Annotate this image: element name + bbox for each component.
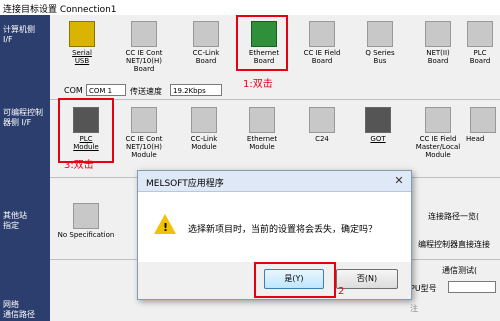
board-icon [193,21,219,47]
sidebar: 计算机侧 I/F 可编程控制 器侧 I/F 其他站 指定 网络 通信路径 [0,15,50,321]
plc-if-c24[interactable]: C24 [290,107,354,143]
note-label: 注 [410,304,418,313]
bus-icon [367,21,393,47]
annotation-step3: 3:双击 [64,160,94,171]
route-list-button[interactable]: 连接路径一览( [428,211,479,222]
sidebar-label-other-station: 其他站 指定 [3,211,27,230]
module-icon [191,107,217,133]
board-icon [131,21,157,47]
no-button[interactable]: 否(N) [336,269,398,289]
board-icon [467,21,493,47]
dialog-titlebar: MELSOFT应用程序 ✕ [138,171,411,192]
plc-if-ethernet-module[interactable]: Ethernet Module [230,107,294,151]
dialog-body: ! 选择新项目时，当前的设置将会丢失，确定吗？ [138,192,411,262]
com-label: COM [64,86,83,95]
pc-if-q-series-bus[interactable]: Q Series Bus [348,21,412,65]
board-icon [425,21,451,47]
sidebar-label-network-route: 网络 通信路径 [3,300,35,319]
direct-connect-button[interactable]: 编程控制器直接连接 [418,239,490,250]
speed-label: 传送速度 [130,87,162,96]
module-icon [249,107,275,133]
pc-if-cc-ie-cont-board[interactable]: CC IE Cont NET/10(H) Board [112,21,176,73]
annotation-step1: 1:双击 [243,79,273,90]
highlight-yes-button [254,262,336,298]
com-port-field[interactable]: COM 1 [86,84,126,96]
speed-field[interactable]: 19.2Kbps [170,84,222,96]
module-icon [470,107,496,133]
cpu-model-field[interactable] [448,281,496,293]
plc-if-cc-ie-cont-module[interactable]: CC IE Cont NET/10(H) Module [112,107,176,159]
pc-if-cc-link-board[interactable]: CC-Link Board [174,21,238,65]
sidebar-label-pc-if: 计算机侧 I/F [3,25,35,44]
window-titlebar: 连接目标设置 Connection1 [0,0,500,16]
cpu-model-label: PU型号 [410,284,437,293]
annotation-step2: 2 [338,286,345,297]
window-title: 连接目标设置 Connection1 [3,5,117,15]
row-divider [50,99,500,100]
plc-if-got[interactable]: GOT [346,107,410,143]
plc-if-cc-ie-field-module[interactable]: CC IE Field Master/Local Module [406,107,470,159]
serial-usb-icon [69,21,95,47]
plc-if-head[interactable]: Head [466,107,500,143]
module-icon [425,107,451,133]
close-icon[interactable]: ✕ [391,174,407,188]
comm-test-button[interactable]: 通信测试( [442,265,477,276]
module-icon [131,107,157,133]
other-station-no-specification[interactable]: No Specification [54,203,118,239]
pc-if-serial-usb[interactable]: Serial USB [50,21,114,65]
pc-if-cc-ie-field-board[interactable]: CC IE Field Board [290,21,354,65]
dialog-title: MELSOFT应用程序 [146,179,224,189]
highlight-plc-module [58,98,114,163]
warning-icon-mark: ! [163,221,169,234]
station-icon [73,203,99,229]
highlight-ethernet-board [236,15,288,71]
got-icon [365,107,391,133]
plc-if-cc-link-module[interactable]: CC-Link Module [172,107,236,151]
pc-if-plc-board[interactable]: PLC Board [460,21,500,65]
module-icon [309,107,335,133]
board-icon [309,21,335,47]
dialog-message: 选择新项目时，当前的设置将会丢失，确定吗？ [188,225,378,235]
sidebar-label-plc-if: 可编程控制 器侧 I/F [3,108,43,127]
